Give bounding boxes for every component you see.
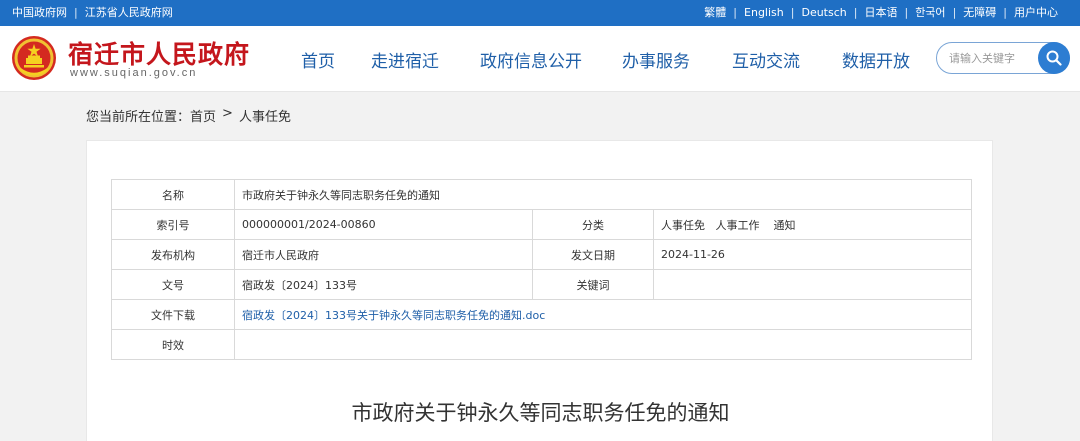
link-japanese[interactable]: 日本语 (864, 0, 897, 26)
document-metadata-table: 名称 市政府关于钟永久等同志职务任免的通知 索引号 000000001/2024… (111, 179, 972, 360)
link-deutsch[interactable]: Deutsch (801, 0, 846, 26)
index-value: 000000001/2024-00860 (234, 209, 533, 240)
breadcrumb-prefix: 您当前所在位置： (86, 110, 191, 125)
keywords-value (653, 269, 972, 300)
table-row: 时效 (111, 329, 972, 360)
content-panel: 名称 市政府关于钟永久等同志职务任免的通知 索引号 000000001/2024… (86, 140, 993, 441)
link-accessibility[interactable]: 无障碍 (963, 0, 996, 26)
link-traditional-chinese[interactable]: 繁體 (704, 0, 726, 26)
link-jiangsu-gov[interactable]: 江苏省人民政府网 (85, 0, 173, 26)
breadcrumb-separator: > (222, 106, 233, 121)
separator: | (74, 6, 78, 19)
validity-label: 时效 (111, 329, 235, 360)
nav-open-data[interactable]: 数据开放 (842, 47, 910, 72)
category-value: 人事任免 人事工作 通知 (653, 209, 972, 240)
breadcrumb-personnel[interactable]: 人事任免 (239, 106, 291, 125)
nav-services[interactable]: 办事服务 (622, 47, 690, 72)
separator: | (904, 6, 909, 19)
search-icon (1046, 50, 1062, 66)
search-box (936, 42, 1070, 74)
separator: | (733, 6, 738, 19)
site-header: 宿迁市人民政府 www.suqian.gov.cn 首页 走进宿迁 政府信息公开… (0, 26, 1080, 92)
link-english[interactable]: English (744, 0, 784, 26)
top-bar-right-links: 繁體 | English | Deutsch | 日本语 | 한국어 | 无障碍… (704, 0, 1058, 26)
download-label: 文件下载 (111, 299, 235, 330)
breadcrumb: 您当前所在位置： 首页 > 人事任免 (86, 106, 291, 125)
link-korean[interactable]: 한국어 (915, 0, 945, 26)
issuer-value: 宿迁市人民政府 (234, 239, 533, 270)
breadcrumb-home[interactable]: 首页 (190, 106, 216, 125)
download-link[interactable]: 宿政发〔2024〕133号关于钟永久等同志职务任免的通知.doc (242, 309, 545, 322)
table-row: 文件下载 宿政发〔2024〕133号关于钟永久等同志职务任免的通知.doc (111, 299, 972, 330)
separator: | (952, 6, 957, 19)
top-bar-left-links: 中国政府网 | 江苏省人民政府网 (12, 0, 173, 26)
category-label: 分类 (532, 209, 654, 240)
separator: | (1003, 6, 1007, 19)
document-number-label: 文号 (111, 269, 235, 300)
issuer-label: 发布机构 (111, 239, 235, 270)
nav-home[interactable]: 首页 (301, 47, 335, 72)
download-cell: 宿政发〔2024〕133号关于钟永久等同志职务任免的通知.doc (234, 299, 972, 330)
date-label: 发文日期 (532, 239, 654, 270)
table-row: 索引号 000000001/2024-00860 分类 人事任免 人事工作 通知 (111, 209, 972, 240)
link-china-gov[interactable]: 中国政府网 (12, 0, 67, 26)
nav-interaction[interactable]: 互动交流 (732, 47, 800, 72)
search-button[interactable] (1038, 42, 1070, 74)
main-navigation: 首页 走进宿迁 政府信息公开 办事服务 互动交流 数据开放 (0, 26, 1080, 92)
name-label: 名称 (111, 179, 235, 210)
document-title: 市政府关于钟永久等同志职务任免的通知 (351, 401, 730, 425)
search-input[interactable] (949, 50, 1041, 66)
table-row: 文号 宿政发〔2024〕133号 关键词 (111, 269, 972, 300)
validity-value (234, 329, 972, 360)
name-value: 市政府关于钟永久等同志职务任免的通知 (234, 179, 972, 210)
separator: | (790, 6, 795, 19)
nav-gov-info-disclosure[interactable]: 政府信息公开 (480, 47, 582, 72)
document-number-value: 宿政发〔2024〕133号 (234, 269, 533, 300)
top-utility-bar: 中国政府网 | 江苏省人民政府网 繁體 | English | Deutsch … (0, 0, 1080, 26)
table-row: 名称 市政府关于钟永久等同志职务任免的通知 (111, 179, 972, 210)
index-label: 索引号 (111, 209, 235, 240)
table-row: 发布机构 宿迁市人民政府 发文日期 2024-11-26 (111, 239, 972, 270)
nav-about-suqian[interactable]: 走进宿迁 (371, 47, 439, 72)
date-value: 2024-11-26 (653, 239, 972, 270)
keywords-label: 关键词 (532, 269, 654, 300)
link-user-center[interactable]: 用户中心 (1014, 0, 1058, 26)
separator: | (853, 6, 858, 19)
